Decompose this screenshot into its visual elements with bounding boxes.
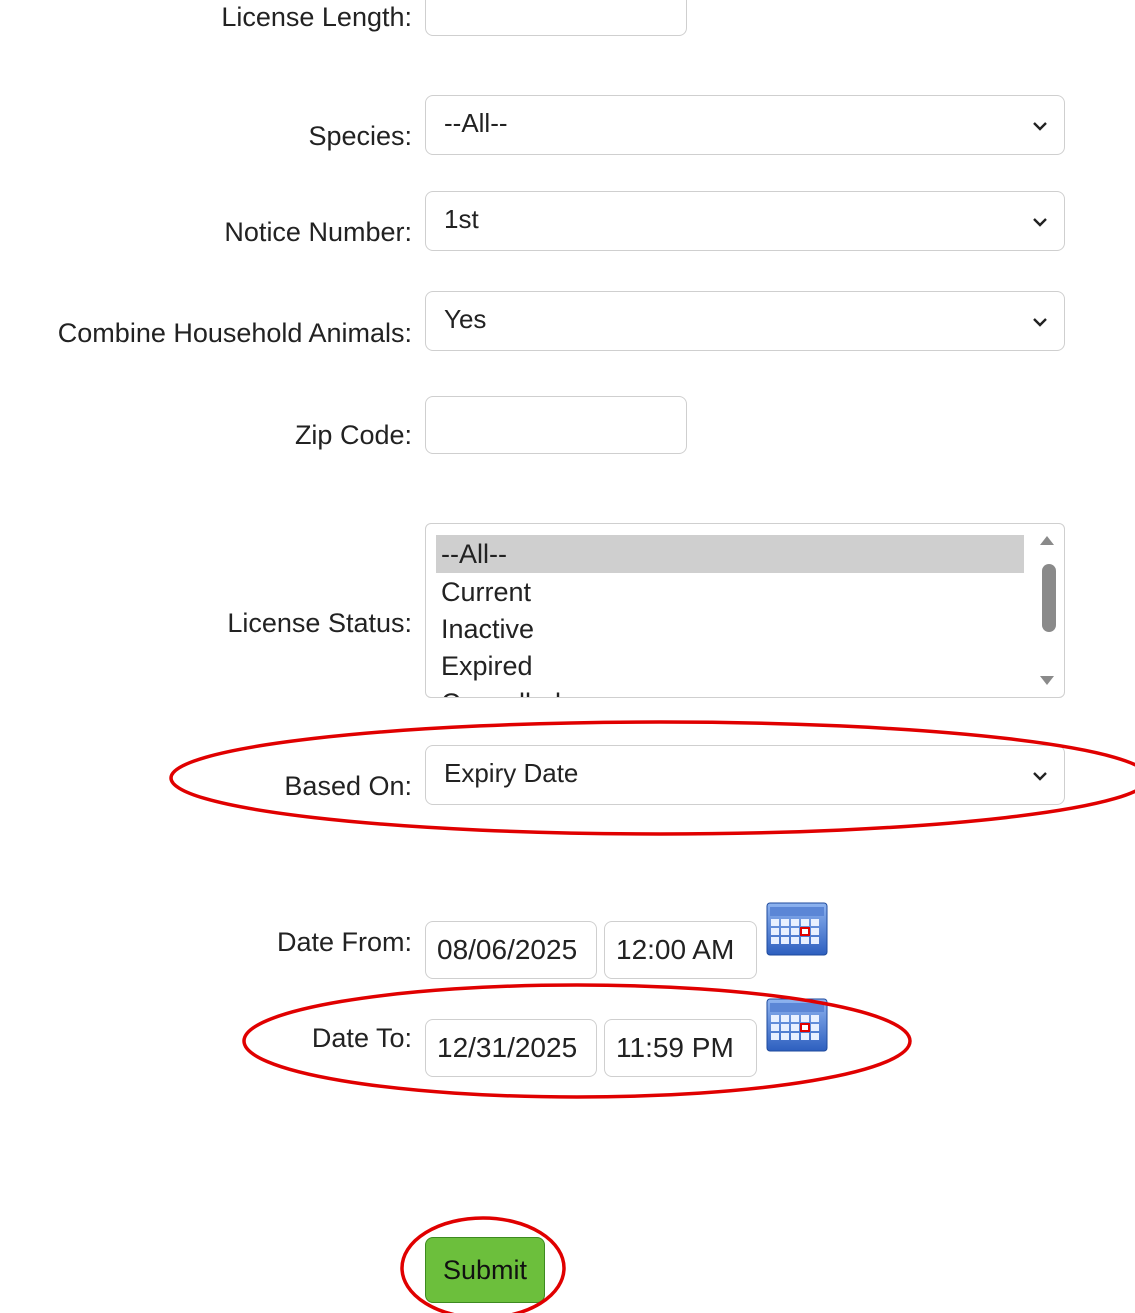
chevron-down-icon [1033,218,1047,227]
calendar-icon[interactable] [766,901,828,957]
date-to-time-value: 11:59 PM [616,1032,734,1063]
date-to-time-input[interactable]: 11:59 PM [604,1019,757,1077]
license-status-label: License Status: [227,608,412,638]
species-value: --All-- [444,108,508,138]
species-label: Species: [308,121,412,151]
license-length-label: License Length: [221,2,412,32]
date-from-label: Date From: [276,927,412,957]
notice-number-value: 1st [444,204,479,234]
chevron-down-icon [1033,122,1047,131]
date-from-time-value: 12:00 AM [616,934,735,965]
combine-household-select[interactable]: Yes [425,291,1065,351]
combine-household-label: Combine Household Animals: [57,318,412,348]
list-item[interactable]: Expired [436,647,1024,685]
date-to-date-input[interactable]: 12/31/2025 [425,1019,597,1077]
zip-code-input[interactable] [425,396,687,454]
scrollbar[interactable] [1038,524,1064,697]
based-on-value: Expiry Date [444,758,579,788]
based-on-label: Based On: [284,771,412,801]
date-to-date-value: 12/31/2025 [437,1032,578,1063]
date-from-time-input[interactable]: 12:00 AM [604,921,757,979]
zip-code-label: Zip Code: [294,420,412,450]
license-length-input[interactable] [425,0,687,36]
list-item[interactable]: --All-- [436,535,1024,573]
chevron-down-icon [1033,772,1047,781]
notice-number-label: Notice Number: [224,217,412,247]
species-select[interactable]: --All-- [425,95,1065,155]
scrollbar-thumb[interactable] [1042,564,1056,632]
calendar-icon[interactable] [766,997,828,1053]
combine-household-value: Yes [444,304,487,334]
based-on-select[interactable]: Expiry Date [425,745,1065,805]
date-from-date-value: 08/06/2025 [437,934,578,965]
list-item[interactable]: Inactive [436,610,1024,648]
submit-button[interactable]: Submit [425,1237,545,1303]
chevron-down-icon [1033,318,1047,327]
scroll-up-arrow-icon[interactable] [1040,536,1054,545]
date-to-label: Date To: [311,1023,412,1053]
license-status-listbox[interactable]: --All-- Current Inactive Expired Cancell… [425,523,1065,698]
scroll-down-arrow-icon[interactable] [1040,676,1054,685]
list-item[interactable]: Current [436,573,1024,611]
list-item[interactable]: Cancelled [436,684,1024,697]
notice-number-select[interactable]: 1st [425,191,1065,251]
date-from-date-input[interactable]: 08/06/2025 [425,921,597,979]
